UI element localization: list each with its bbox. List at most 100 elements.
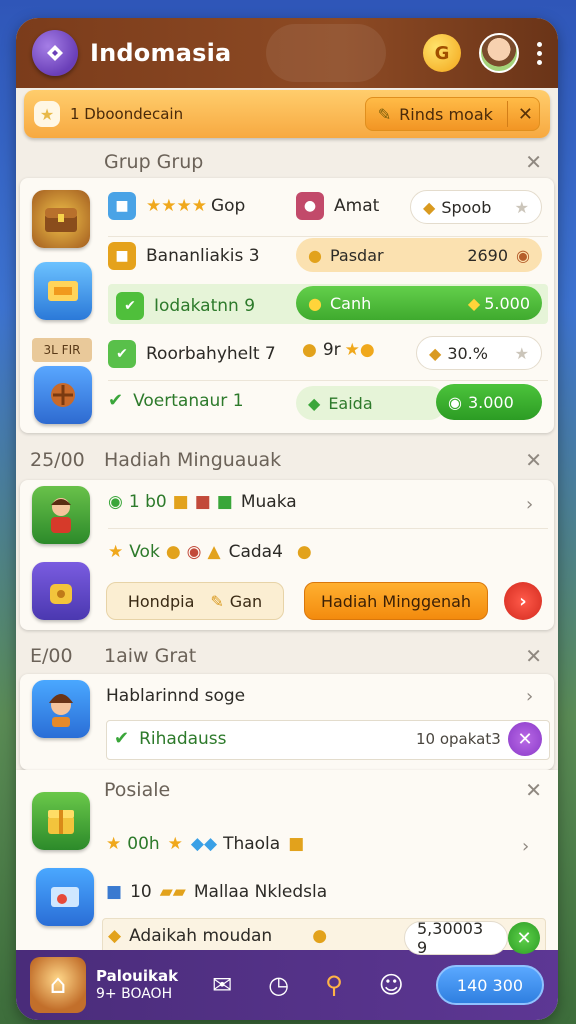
list-item-label: Rihadauss [139,728,227,749]
reward-pill[interactable]: ◆ 30.% ★ [416,336,542,370]
leaf-icon: ◆ [308,393,321,413]
clock-icon[interactable]: ◷ [268,971,289,999]
close-icon[interactable]: ✕ [525,448,542,472]
confirm-icon[interactable]: ✕ [508,922,540,954]
list-item-label: Bananliakis 3 [146,246,260,266]
claim-weekly-button[interactable]: Hadiah Minggenah [304,582,488,620]
list-item[interactable]: ■ 10 ▰▰ Mallaa Nkledsla [106,882,327,902]
treasure-chest-icon[interactable] [32,190,90,248]
list-item[interactable]: ■ ★★★★ Gop [108,192,245,220]
coin-stack-icon: ● [296,542,312,562]
list-item[interactable]: ■ Bananliakis 3 [108,242,260,270]
weekly-reward-card: ◉ 1 b0 ■ ■ ■ Muaka › ★ Vok ● ◉ ▲ Cada4 ●… [20,480,554,630]
reward-pill[interactable]: ◆ Spoob ★ [410,190,542,224]
list-item[interactable]: ✔ Roorbahyhelt 7 [108,340,276,368]
key-icon: ✎ [210,591,224,611]
banner-action-button[interactable]: ✎ Rinds moak ✕ [364,97,540,131]
character-icon[interactable] [32,486,90,544]
bottom-nav: ✉ ◷ ⚲ ☺ [212,971,404,999]
chevron-right-icon[interactable]: › [526,686,533,707]
list-item[interactable]: ◆ Adaikah moudan ● [108,926,327,946]
divider [506,101,508,127]
close-icon[interactable]: ✕ [525,778,542,802]
bottom-bar-title: Palouikak [96,967,179,985]
ticket-icon[interactable] [36,868,94,926]
reward-pill[interactable]: 5,30003 9 [404,919,508,957]
support-icon[interactable]: ☺ [379,971,404,999]
reward-pill[interactable]: ● Pasdar 2690 ◉ [296,238,542,272]
section-title: 1aiw Grat [104,645,197,667]
list-item-tag: Vok [129,542,160,562]
check-icon: ✔ [108,390,124,411]
coin-icon: ● [308,245,322,265]
cheese-icon: ▲ [207,542,221,562]
star-icon: ★● [344,340,375,360]
character-icon[interactable] [32,680,90,738]
more-icon[interactable] [537,41,542,65]
free-reward-card: Hablarinnd soge › ✔ Rihadauss 10 opakat3… [20,674,554,770]
header-decoration [266,24,386,82]
basket-icon[interactable] [34,366,92,424]
gift-box-icon[interactable] [32,792,90,850]
coin-icon: ● [165,542,181,562]
check-icon: ✔ [108,340,136,368]
coin-icon: ● [312,926,328,946]
mail-icon[interactable]: ✉ [212,971,232,999]
chevron-right-icon[interactable]: › [522,836,529,857]
star-icon: ★ [34,101,60,127]
pin-icon[interactable]: ⚲ [325,971,343,999]
close-icon[interactable]: ✕ [525,644,542,668]
reward-pill[interactable]: ◆ Eaida [296,386,446,420]
list-item[interactable]: ● 9r ★● [302,340,375,360]
close-icon[interactable]: ✕ [508,722,542,756]
list-item[interactable]: ◉ 1 b0 ■ ■ ■ Muaka [108,492,297,512]
list-item[interactable]: ✔ Iodakatnn 9 [116,292,255,320]
list-item-label: Hablarinnd soge [106,686,246,706]
ticket-icon[interactable] [34,262,92,320]
avatar[interactable] [479,33,519,73]
divider [108,236,548,237]
claim-button[interactable]: ◉ 3.000 [436,384,542,420]
app-frame: Indomasia G ★ 1 Dboondecain ✎ Rinds moak… [16,18,558,1020]
section-prefix: E/00 [30,645,73,667]
potion-icon: ■ [194,492,211,512]
list-item[interactable]: Hablarinnd soge [106,686,245,706]
chevron-right-icon[interactable]: › [526,494,533,515]
list-item[interactable]: ● Amat [296,192,379,220]
list-item[interactable]: ★ 00h ★ ◆◆ Thaola ■ [106,834,304,854]
list-item[interactable]: ✔ Rihadauss [114,728,227,749]
section-header-free: E/00 1aiw Grat ✕ [16,636,558,676]
close-icon[interactable]: ✕ [518,104,533,125]
box-icon: ■ [106,882,123,902]
list-item-label: Voertanaur 1 [133,390,244,411]
arrow-right-button[interactable]: › [504,582,542,620]
list-item[interactable]: ✔ Voertanaur 1 [108,390,244,411]
candy-icon: ◉ [186,542,202,562]
star-icon: ★ [167,834,183,854]
coin-icon[interactable]: G [423,34,461,72]
currency-button[interactable]: 140 300 [436,965,544,1005]
close-icon[interactable]: ✕ [525,150,542,174]
reward-pill[interactable]: ● Canh ◆ 5.000 [296,286,542,320]
gold-bars-icon: ▰▰ [159,882,186,902]
list-item-label: Mallaa Nkledsla [193,882,328,902]
section-header-group: Grup Grup ✕ [16,142,558,182]
bottom-bar-text: Palouikak 9+ BOAOH [96,967,178,1003]
star-icon: ★ [514,197,529,217]
list-item-label: Cada4 [228,542,283,562]
app-logo-icon[interactable] [32,30,78,76]
list-item-label: Thaola [223,834,281,854]
coin-icon: ● [302,340,317,360]
reward-pill-value: 5.000 [484,293,530,313]
banner-button-label: Rinds moak [399,104,493,124]
star-icon: ★ [514,343,529,363]
home-icon[interactable]: ⌂ [30,957,86,1013]
list-item-label: Gop [210,196,246,216]
list-item-label: Amat [334,196,380,216]
golden-bag-icon[interactable] [32,562,90,620]
section-prefix: 25/00 [30,449,85,471]
group-card: 3L FIR ■ ★★★★ Gop ● Amat ◆ Spoob ★ ■ Ban… [20,178,554,433]
secondary-button[interactable]: Hondpia ✎ Gan [106,582,284,620]
list-item[interactable]: ★ Vok ● ◉ ▲ Cada4 ● [108,542,312,562]
app-title: Indomasia [90,39,232,67]
